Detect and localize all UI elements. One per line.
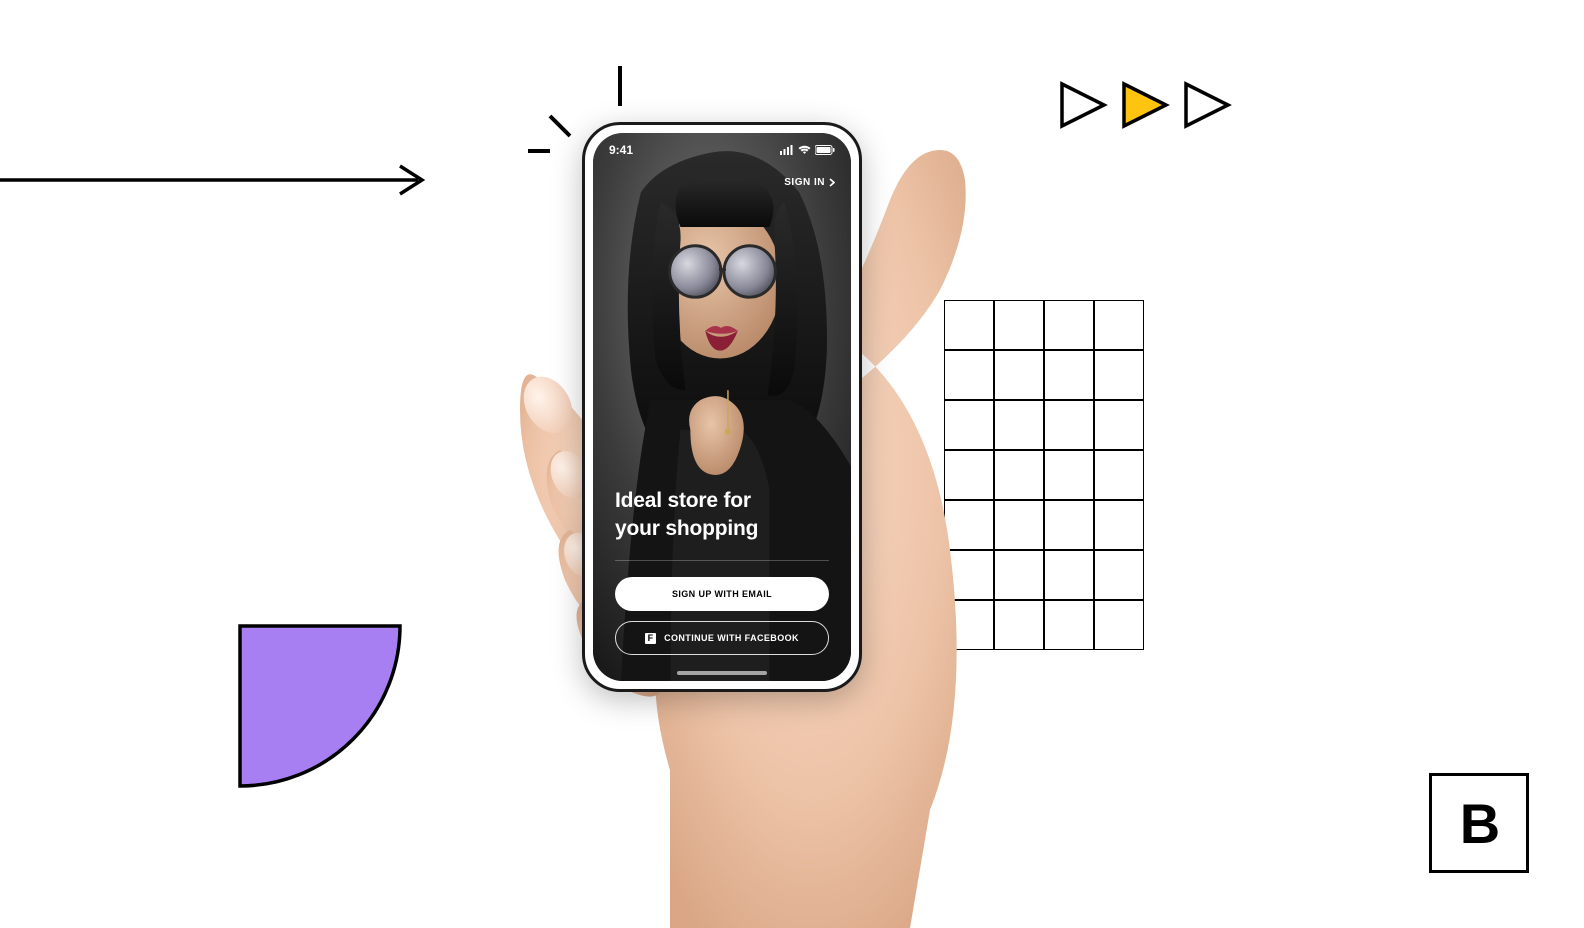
logo-letter: B [1460, 791, 1498, 856]
signup-email-label: SIGN UP WITH EMAIL [672, 589, 772, 599]
triangle-icon-filled [1118, 78, 1172, 132]
triangle-icon [1180, 78, 1234, 132]
arrow-decoration [0, 160, 440, 200]
headline-line2: your shopping [615, 515, 829, 542]
signal-icon [780, 145, 794, 155]
onboarding-panel: Ideal store for your shopping SIGN UP WI… [593, 487, 851, 681]
divider [615, 560, 829, 561]
continue-facebook-label: CONTINUE WITH FACEBOOK [664, 633, 799, 643]
triangle-decoration [1056, 78, 1234, 132]
headline-line1: Ideal store for [615, 487, 829, 514]
status-bar: 9:41 [593, 133, 851, 167]
quarter-circle-decoration [238, 624, 403, 794]
home-indicator [677, 671, 767, 675]
builder-logo: B [1429, 773, 1529, 873]
battery-icon [815, 145, 835, 155]
sign-in-link[interactable]: SIGN IN [784, 177, 835, 188]
sign-in-label: SIGN IN [784, 177, 825, 188]
hero-illustration: 9:41 SIGN IN Ideal store for your shoppi… [0, 0, 1584, 928]
continue-facebook-button[interactable]: f CONTINUE WITH FACEBOOK [615, 621, 829, 655]
phone-screen: 9:41 SIGN IN Ideal store for your shoppi… [593, 133, 851, 681]
headline: Ideal store for your shopping [615, 487, 829, 542]
triangle-icon [1056, 78, 1110, 132]
wifi-icon [798, 145, 811, 155]
signup-email-button[interactable]: SIGN UP WITH EMAIL [615, 577, 829, 611]
phone-mockup: 9:41 SIGN IN Ideal store for your shoppi… [582, 122, 862, 692]
facebook-icon: f [645, 633, 656, 644]
chevron-right-icon [829, 178, 835, 187]
status-time: 9:41 [609, 143, 633, 157]
